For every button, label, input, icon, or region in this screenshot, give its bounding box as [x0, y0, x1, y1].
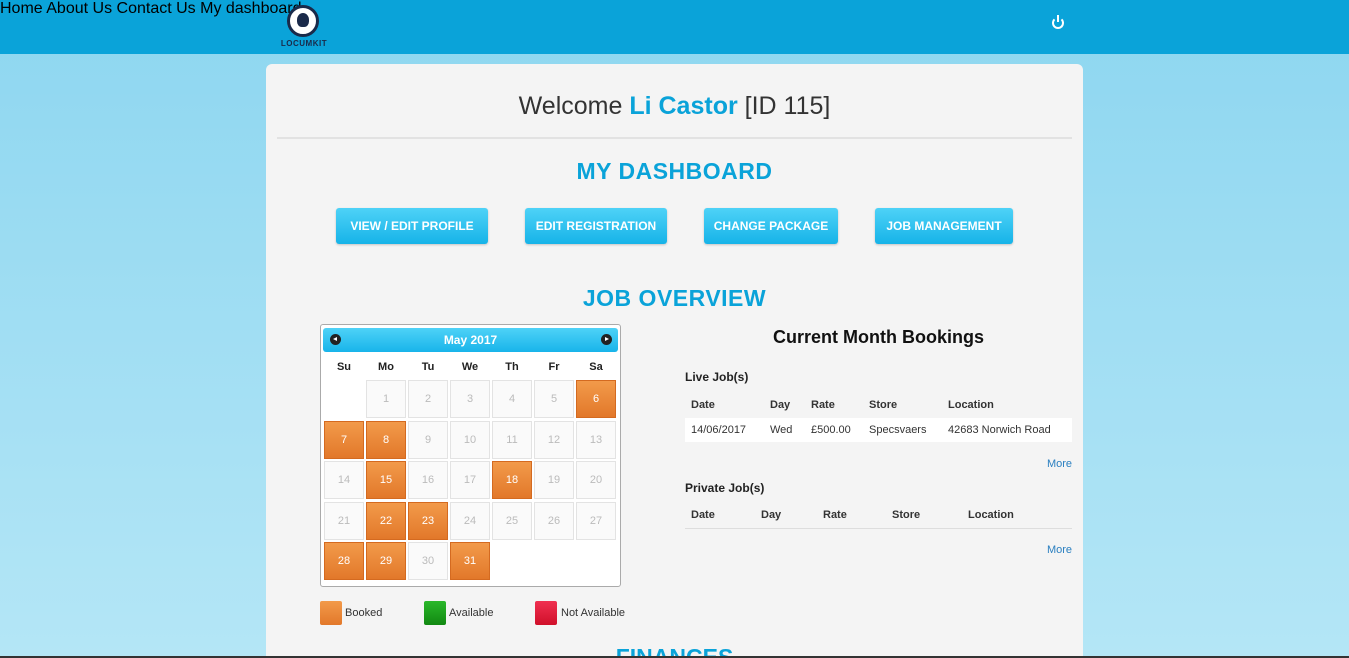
calendar-day[interactable]: 4: [492, 380, 532, 418]
private-col-store: Store: [892, 509, 921, 521]
locumkit-logo[interactable]: LOCUMKIT: [278, 3, 330, 51]
weekday-label: Mo: [378, 361, 394, 373]
calendar: May 2017 Su Mo Tu We Th Fr Sa 1 2 3 4 5 6 7 8 9 10 11 12 13…: [320, 324, 621, 587]
calendar-header: May 2017: [323, 328, 618, 352]
welcome-heading: Welcome Li Castor [ID 115]: [266, 92, 1083, 121]
calendar-day[interactable]: 17: [450, 461, 490, 499]
live-col-rate: Rate: [811, 399, 835, 411]
live-col-day: Day: [770, 399, 791, 411]
live-row-date: 14/06/2017: [691, 424, 747, 436]
calendar-day[interactable]: 11: [492, 420, 532, 459]
next-month-icon[interactable]: [601, 334, 612, 345]
calendar-day[interactable]: 3: [450, 380, 490, 418]
private-col-rate: Rate: [823, 509, 847, 521]
private-col-location: Location: [968, 509, 1014, 521]
live-row-store: Specsvaers: [869, 424, 927, 436]
calendar-day[interactable]: 24: [450, 501, 490, 540]
calendar-day-booked[interactable]: 18: [492, 461, 532, 499]
user-id: [ID 115]: [744, 92, 831, 120]
calendar-day[interactable]: 27: [576, 501, 616, 540]
calendar-month-title: May 2017: [443, 333, 498, 347]
private-col-day: Day: [761, 509, 782, 521]
edit-registration-button[interactable]: EDIT REGISTRATION: [525, 208, 667, 244]
welcome-prefix: Welcome: [518, 92, 623, 120]
calendar-day[interactable]: 13: [576, 420, 616, 459]
user-name: Li Castor: [629, 92, 738, 120]
live-col-date: Date: [691, 399, 715, 411]
job-management-button[interactable]: JOB MANAGEMENT: [875, 208, 1013, 244]
calendar-day[interactable]: 1: [366, 380, 406, 418]
table-divider: [685, 528, 1072, 529]
weekday-label: We: [461, 361, 479, 373]
live-row-rate: £500.00: [811, 424, 851, 436]
calendar-day[interactable]: 25: [492, 501, 532, 540]
divider: [277, 137, 1072, 139]
live-row-location: 42683 Norwich Road: [948, 424, 1051, 436]
legend-available-swatch: [424, 601, 446, 625]
live-row-day: Wed: [770, 424, 793, 436]
weekday-label: Sa: [589, 361, 603, 373]
top-navbar: LOCUMKIT Home About Us Contact Us My das…: [0, 0, 1349, 54]
weekday-label: Fr: [548, 361, 560, 373]
dashboard-panel: Welcome Li Castor [ID 115] MY DASHBOARD …: [266, 64, 1083, 658]
my-dashboard-title: MY DASHBOARD: [576, 158, 773, 184]
calendar-day-booked[interactable]: 29: [366, 542, 406, 580]
weekday-label: Su: [336, 361, 352, 373]
change-package-button[interactable]: CHANGE PACKAGE: [704, 208, 838, 244]
weekday-label: Tu: [421, 361, 435, 373]
live-jobs-heading: Live Job(s): [685, 370, 749, 384]
nav-about-us[interactable]: About Us: [46, 0, 112, 17]
calendar-day[interactable]: 16: [408, 461, 448, 499]
calendar-day[interactable]: 14: [324, 461, 364, 499]
calendar-day-booked[interactable]: 15: [366, 461, 406, 499]
private-jobs-heading: Private Job(s): [685, 481, 765, 495]
calendar-day[interactable]: 9: [408, 420, 448, 459]
calendar-day[interactable]: 2: [408, 380, 448, 418]
private-col-date: Date: [691, 509, 715, 521]
power-icon[interactable]: [1052, 15, 1064, 29]
private-jobs-more-link[interactable]: More: [1036, 544, 1072, 556]
job-overview-title: JOB OVERVIEW: [582, 285, 767, 311]
calendar-day[interactable]: 5: [534, 380, 574, 418]
live-jobs-more-link[interactable]: More: [1036, 458, 1072, 470]
calendar-day-booked[interactable]: 28: [324, 542, 364, 580]
weekday-label: Th: [505, 361, 519, 373]
logo-text: LOCUMKIT: [280, 39, 328, 48]
nav-home[interactable]: Home: [0, 0, 43, 17]
calendar-day-booked[interactable]: 22: [366, 501, 406, 540]
current-month-bookings-title: Current Month Bookings: [773, 327, 984, 347]
legend-not-available-label: Not Available: [561, 607, 626, 619]
calendar-day[interactable]: 30: [408, 542, 448, 580]
legend-booked-label: Booked: [345, 607, 383, 619]
calendar-day[interactable]: 26: [534, 501, 574, 540]
calendar-day[interactable]: 10: [450, 420, 490, 459]
live-col-store: Store: [869, 399, 898, 411]
calendar-day[interactable]: 19: [534, 461, 574, 499]
calendar-day-booked[interactable]: 8: [366, 420, 406, 459]
calendar-day-booked[interactable]: 7: [324, 420, 364, 459]
legend-booked-swatch: [320, 601, 342, 625]
calendar-day-booked[interactable]: 6: [576, 380, 616, 418]
calendar-day[interactable]: 20: [576, 461, 616, 499]
legend-available-label: Available: [449, 607, 494, 619]
calendar-day-booked[interactable]: 23: [408, 501, 448, 540]
calendar-day[interactable]: 21: [324, 501, 364, 540]
calendar-day-booked[interactable]: 31: [450, 542, 490, 580]
view-edit-profile-button[interactable]: VIEW / EDIT PROFILE: [336, 208, 488, 244]
legend-not-available-swatch: [535, 601, 557, 625]
logo-icon: [287, 5, 319, 37]
live-col-location: Location: [948, 399, 994, 411]
nav-contact-us[interactable]: Contact Us: [117, 0, 196, 17]
calendar-day[interactable]: 12: [534, 420, 574, 459]
